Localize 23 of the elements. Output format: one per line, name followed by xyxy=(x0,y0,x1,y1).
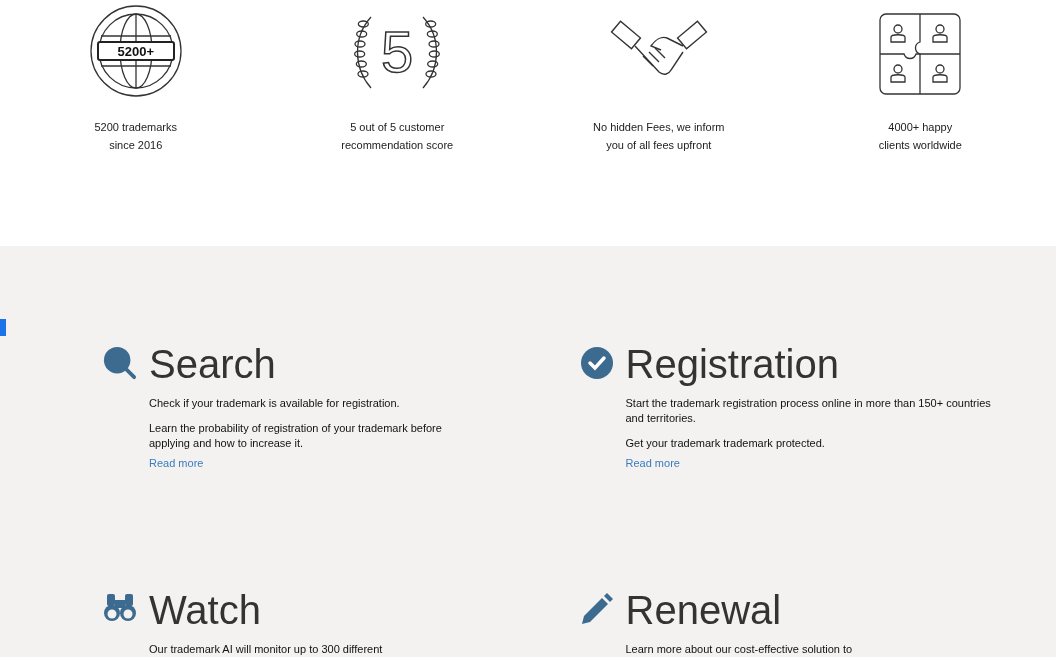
puzzle-people-icon xyxy=(878,12,963,96)
service-title: Renewal xyxy=(625,588,783,632)
service-title: Registration xyxy=(625,342,840,386)
stat-caption: 5 out of 5 customer recommendation score xyxy=(341,120,454,153)
service-description: Start the trademark registration process online in more than 150+ countries and territories. xyxy=(625,396,992,426)
binoculars-icon xyxy=(103,592,137,622)
side-tab[interactable] xyxy=(0,319,6,336)
stat-caption: 4000+ happy clients worldwide xyxy=(878,120,962,153)
service-title: Search xyxy=(149,342,277,386)
service-description: Check if your trademark is available for registration. xyxy=(149,396,401,411)
service-title: Watch xyxy=(149,588,262,632)
stat-caption: 5200 trademarks since 2016 xyxy=(94,120,177,153)
service-description: Learn more about our cost-effective solution to xyxy=(625,642,854,657)
search-icon xyxy=(103,346,137,380)
service-description: Get your trademark trademark protected. xyxy=(625,436,826,451)
globe-badge-icon: 5200+ xyxy=(88,4,183,98)
check-circle-icon xyxy=(579,346,614,380)
service-description: Our trademark AI will monitor up to 300 different xyxy=(149,642,384,657)
read-more-link[interactable]: Read more xyxy=(625,456,680,470)
stat-caption: No hidden Fees, we inform you of all fees upfront xyxy=(593,120,725,153)
pencil-icon xyxy=(579,592,614,626)
service-description: Learn the probability of registration of your trademark before applying and how to increase it. xyxy=(149,421,443,451)
read-more-link[interactable]: Read more xyxy=(149,456,204,470)
